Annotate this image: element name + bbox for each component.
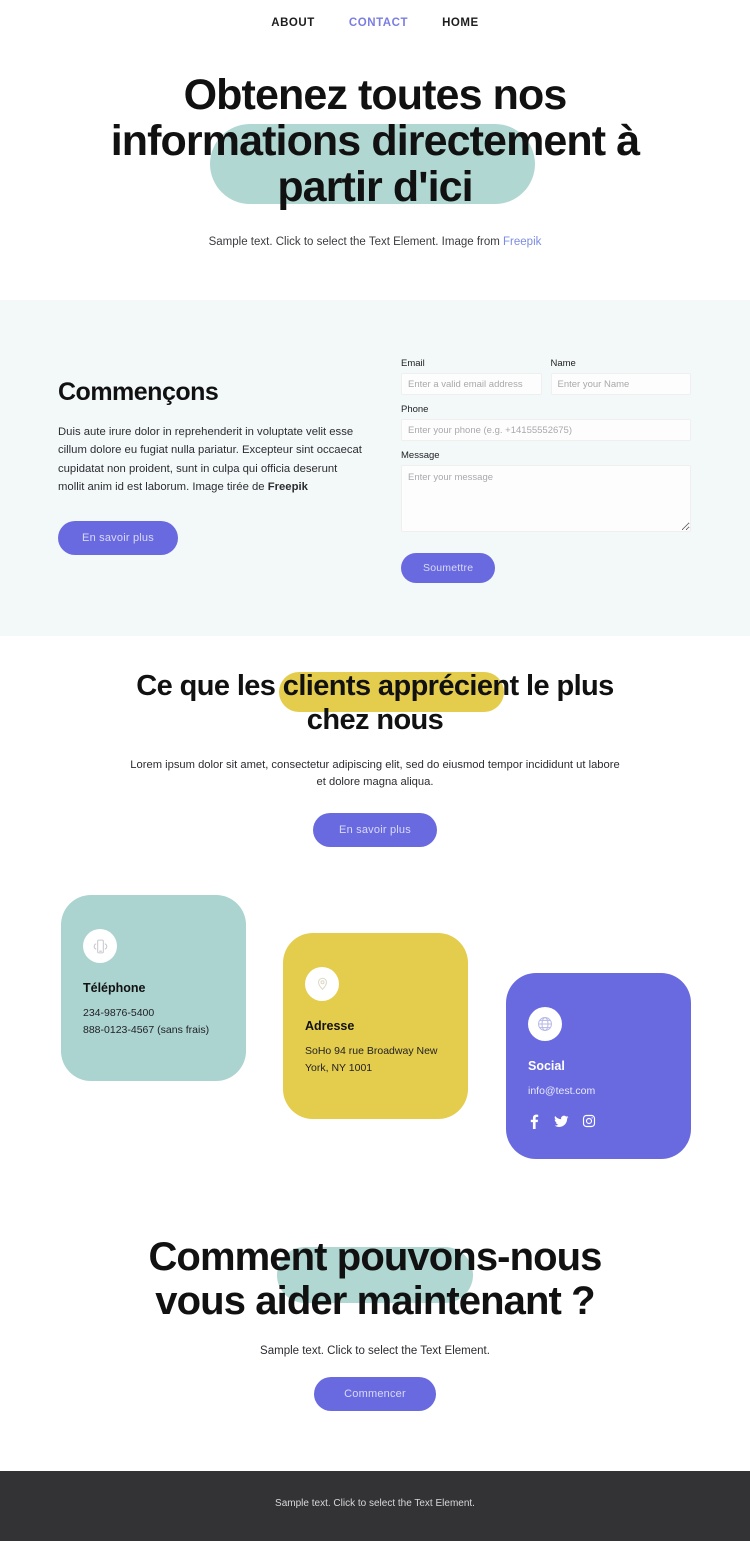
form-intro-column: Commençons Duis aute irure dolor in repr…: [58, 352, 363, 636]
hero-subtitle: Sample text. Click to select the Text El…: [60, 236, 690, 248]
form-body-text: Duis aute irure dolor in reprehenderit i…: [58, 426, 362, 493]
card-telephone[interactable]: Téléphone 234-9876-5400 888-0123-4567 (s…: [61, 895, 246, 1081]
card-social-title: Social: [528, 1059, 565, 1073]
contact-form-section: Commençons Duis aute irure dolor in repr…: [0, 300, 750, 636]
globe-icon: [528, 1007, 562, 1041]
card-telephone-line2: 888-0123-4567 (sans frais): [83, 1023, 210, 1036]
commencer-button[interactable]: Commencer: [314, 1377, 436, 1411]
hero-title: Obtenez toutes nos informations directem…: [110, 71, 640, 211]
page-footer: Sample text. Click to select the Text El…: [0, 1471, 750, 1541]
hero-section: Obtenez toutes nos informations directem…: [0, 46, 750, 248]
card-adresse-line1: SoHo 94 rue Broadway New: [305, 1045, 438, 1057]
email-label: Email: [401, 358, 425, 369]
form-section-title: Commençons: [58, 378, 219, 406]
main-navigation: ABOUT CONTACT HOME: [0, 0, 750, 46]
name-input[interactable]: [550, 373, 691, 395]
nav-item-contact[interactable]: CONTACT: [349, 17, 408, 29]
mobile-phone-icon: [83, 929, 117, 963]
phone-label: Phone: [401, 404, 429, 415]
form-body-bold: Freepik: [267, 480, 308, 493]
field-group-phone: Phone: [401, 404, 691, 441]
card-telephone-title: Téléphone: [83, 981, 146, 995]
testimonials-subtitle: Lorem ipsum dolor sit amet, consectetur …: [130, 759, 620, 789]
hero-subtitle-text: Sample text. Click to select the Text El…: [208, 236, 504, 248]
cta-title: Comment pouvons-nous vous aider maintena…: [148, 1235, 602, 1323]
card-adresse-title: Adresse: [305, 1019, 355, 1033]
cta-subtitle: Sample text. Click to select the Text El…: [260, 1345, 490, 1357]
field-group-email: Email: [401, 358, 542, 395]
cta-section: Comment pouvons-nous vous aider maintena…: [0, 1235, 750, 1411]
card-social[interactable]: Social info@test.com: [506, 973, 691, 1159]
nav-item-home[interactable]: HOME: [442, 17, 479, 29]
nav-item-about[interactable]: ABOUT: [271, 17, 315, 29]
email-input[interactable]: [401, 373, 542, 395]
testimonials-learn-more-button[interactable]: En savoir plus: [313, 813, 437, 848]
testimonials-title: Ce que les clients apprécient le plus ch…: [136, 670, 614, 736]
card-social-email: info@test.com: [528, 1085, 596, 1097]
phone-input[interactable]: [401, 419, 691, 441]
card-adresse-line2: York, NY 1001: [305, 1061, 373, 1074]
message-label: Message: [401, 450, 440, 461]
field-group-name: Name: [550, 358, 691, 395]
form-row-email-name: Email Name: [401, 358, 691, 404]
social-links: [528, 1114, 669, 1129]
submit-button[interactable]: Soumettre: [401, 553, 496, 583]
contact-form: Email Name Phone Message Soumettre: [401, 352, 691, 636]
message-textarea[interactable]: [401, 465, 691, 532]
card-telephone-line1: 234-9876-5400: [83, 1007, 155, 1019]
location-pin-icon: [305, 967, 339, 1001]
testimonials-section: Ce que les clients apprécient le plus ch…: [0, 636, 750, 848]
freepik-link[interactable]: Freepik: [503, 236, 541, 248]
card-adresse[interactable]: Adresse SoHo 94 rue Broadway New York, N…: [283, 933, 468, 1119]
testimonials-cta-wrap: En savoir plus: [130, 813, 620, 848]
instagram-icon[interactable]: [582, 1114, 596, 1128]
form-section-body: Duis aute irure dolor in reprehenderit i…: [58, 423, 363, 496]
learn-more-button[interactable]: En savoir plus: [58, 521, 178, 556]
footer-text: Sample text. Click to select the Text El…: [275, 1498, 475, 1509]
facebook-icon[interactable]: [528, 1114, 541, 1129]
cta-button-wrap: Commencer: [110, 1377, 640, 1411]
page-root: ABOUT CONTACT HOME Obtenez toutes nos in…: [0, 0, 750, 1541]
twitter-icon[interactable]: [554, 1114, 569, 1129]
field-group-message: Message: [401, 450, 691, 532]
name-label: Name: [550, 358, 576, 369]
